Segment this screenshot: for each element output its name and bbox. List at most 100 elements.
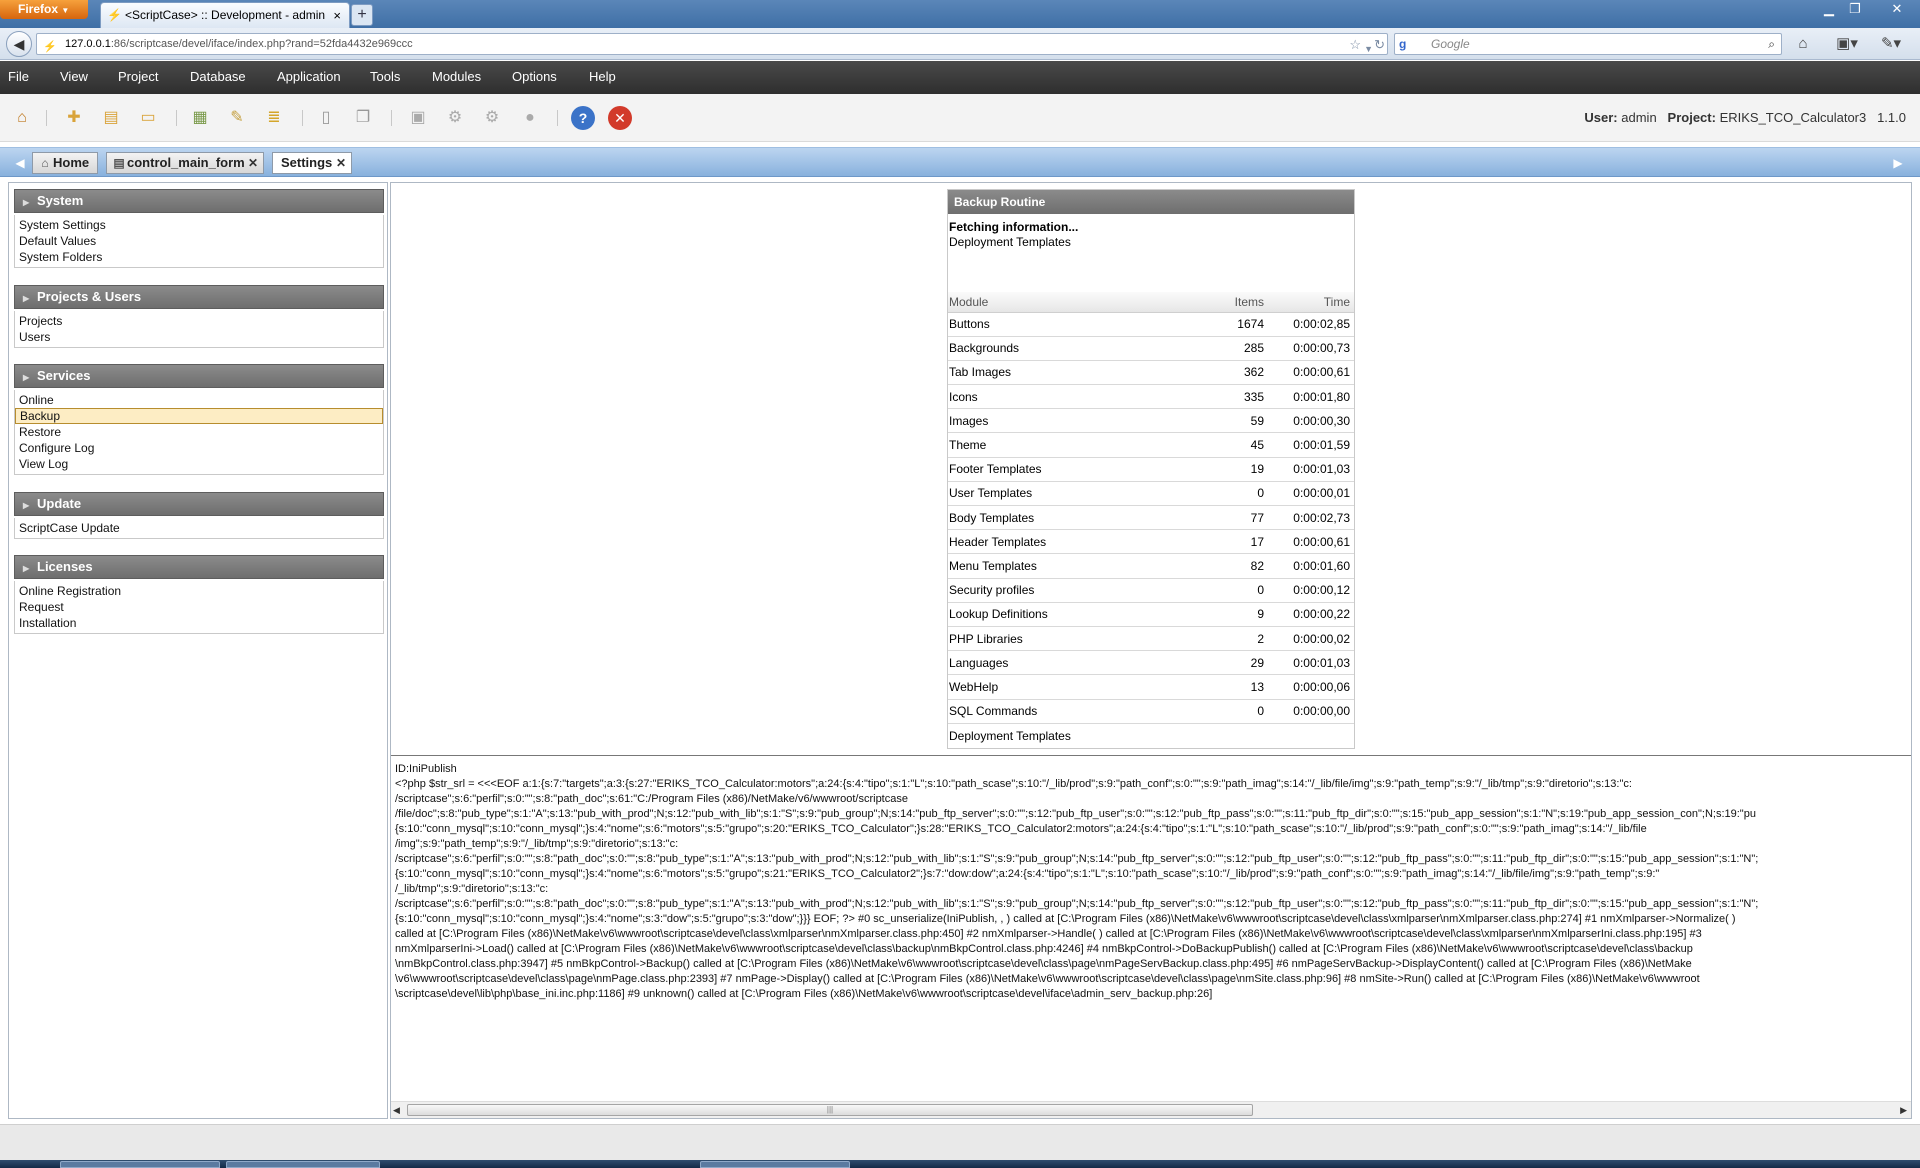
sidebar-item-online-registration[interactable]: Online Registration — [15, 583, 383, 599]
url-bar[interactable]: ⚡ 127.0.0.1:86/scriptcase/devel/iface/in… — [36, 33, 1388, 55]
url-dropdown-icon[interactable]: ▼ — [1364, 39, 1373, 59]
section-header[interactable]: ▶ Licenses — [14, 555, 384, 579]
sidebar-item-system-folders[interactable]: System Folders — [15, 249, 383, 265]
backup-current-module: Deployment Templates — [949, 235, 1071, 249]
exit-icon[interactable]: ✕ — [608, 106, 632, 130]
log-line: \scriptcase\devel\lib\php\base_ini.inc.p… — [395, 988, 1213, 1000]
toolbar-separator — [302, 110, 303, 126]
user-label: User: — [1584, 110, 1618, 125]
sidebar-item-online[interactable]: Online — [15, 392, 383, 408]
edit-application-icon[interactable]: ✎ — [225, 106, 249, 130]
close-tab-icon[interactable]: ✕ — [336, 153, 346, 173]
module-cell: WebHelp — [948, 674, 1218, 700]
horizontal-scrollbar[interactable]: ◀ ||| ▶ — [391, 1101, 1911, 1118]
section-header[interactable]: ▶ Update — [14, 492, 384, 516]
tabs-scroll-left-icon[interactable]: ◀ — [12, 148, 28, 178]
sidebar-item-restore[interactable]: Restore — [15, 424, 383, 440]
table-row: User Templates 0 0:00:00,01 — [948, 481, 1354, 507]
log-line: \nmBkpControl.class.php:3947] #5 nmBkpCo… — [395, 958, 1692, 970]
sidebar-item-users[interactable]: Users — [15, 329, 383, 345]
menu-modules[interactable]: Modules — [432, 61, 481, 93]
sidebar-item-backup[interactable]: Backup — [15, 408, 383, 424]
new-page-icon[interactable]: ▯ — [314, 106, 338, 130]
table-row: Menu Templates 82 0:00:01,60 — [948, 553, 1354, 579]
column-items: Items — [1218, 292, 1268, 313]
scrollbar-thumb[interactable]: ||| — [407, 1104, 1253, 1116]
tabs-scroll-right-icon[interactable]: ▶ — [1890, 148, 1906, 178]
menu-tools[interactable]: Tools — [370, 61, 400, 93]
folder-icon[interactable]: ▭ — [136, 106, 160, 130]
minimize-icon[interactable]: ▁ — [1816, 0, 1842, 18]
chevron-right-icon: ▶ — [23, 198, 30, 207]
scroll-right-icon[interactable]: ▶ — [1900, 1102, 1907, 1118]
url-path: :86/scriptcase/devel/iface/index.php?ran… — [110, 38, 413, 50]
bookmarks-menu-icon[interactable]: ▣▾ — [1830, 34, 1864, 54]
taskbar-button[interactable] — [226, 1161, 380, 1168]
menu-database[interactable]: Database — [190, 61, 246, 93]
menu-application[interactable]: Application — [277, 61, 341, 93]
taskbar-button[interactable] — [60, 1161, 220, 1168]
sidebar-item-view-log[interactable]: View Log — [15, 456, 383, 472]
sidebar-item-projects[interactable]: Projects — [15, 313, 383, 329]
browser-navbar: ◀ ⚡ 127.0.0.1:86/scriptcase/devel/iface/… — [0, 28, 1920, 60]
generate-all-icon[interactable]: ⚙ — [480, 106, 504, 130]
tab-home[interactable]: ⌂ Home — [32, 152, 98, 174]
sidebar-item-installation[interactable]: Installation — [15, 615, 383, 631]
save-icon[interactable]: ▣ — [406, 106, 430, 130]
time-cell — [1268, 723, 1354, 747]
log-line: ID:IniPublish — [395, 763, 457, 775]
tab-control-main-form[interactable]: ▤ control_main_form ✕ — [106, 152, 264, 174]
section-header[interactable]: ▶ Projects & Users — [14, 285, 384, 309]
browser-tab[interactable]: ⚡ <ScriptCase> :: Development - admin × — [100, 2, 350, 28]
items-cell: 0 — [1218, 699, 1268, 724]
copy-page-icon[interactable]: ❐ — [351, 106, 375, 130]
sidebar-item-scriptcase-update[interactable]: ScriptCase Update — [15, 520, 383, 536]
bookmark-star-icon[interactable]: ☆ — [1349, 35, 1361, 55]
tools-menu-icon[interactable]: ✎▾ — [1874, 34, 1908, 54]
new-tab-button[interactable]: + — [351, 4, 373, 26]
module-cell: Tab Images — [948, 360, 1218, 386]
close-window-icon[interactable]: ✕ — [1880, 0, 1914, 18]
taskbar-button[interactable] — [700, 1161, 850, 1168]
backup-routine-title: Backup Routine — [948, 190, 1354, 214]
generate-icon[interactable]: ⚙ — [443, 106, 467, 130]
tab-settings[interactable]: Settings ✕ — [272, 152, 352, 174]
search-bar[interactable]: g Google ⌕ — [1394, 33, 1782, 55]
run-icon[interactable]: ● — [518, 106, 542, 130]
sidebar-item-default-values[interactable]: Default Values — [15, 233, 383, 249]
database-icon[interactable]: ≣ — [262, 106, 286, 130]
table-row: Theme 45 0:00:01,59 — [948, 432, 1354, 458]
home-icon[interactable]: ⌂ — [10, 106, 34, 130]
items-cell: 82 — [1218, 553, 1268, 579]
home-icon[interactable]: ⌂ — [1792, 34, 1814, 54]
section-header[interactable]: ▶ System — [14, 189, 384, 213]
table-header-row: Module Items Time — [948, 292, 1354, 313]
menu-options[interactable]: Options — [512, 61, 557, 93]
section-header[interactable]: ▶ Services — [14, 364, 384, 388]
restore-icon[interactable]: ❐ — [1842, 0, 1868, 18]
firefox-menu-button[interactable]: Firefox ▼ — [0, 0, 88, 19]
sidebar-item-system-settings[interactable]: System Settings — [15, 217, 383, 233]
section-system: ▶ System System Settings Default Values S… — [14, 189, 384, 268]
close-tab-icon[interactable]: ✕ — [248, 153, 258, 173]
google-engine-icon[interactable]: g — [1399, 37, 1413, 51]
scroll-left-icon[interactable]: ◀ — [393, 1102, 400, 1118]
new-project-icon[interactable]: ✚ — [62, 106, 86, 130]
menu-view[interactable]: View — [60, 61, 88, 93]
table-row: Lookup Definitions 9 0:00:00,22 — [948, 602, 1354, 627]
search-icon[interactable]: ⌕ — [1768, 34, 1775, 54]
error-log-output: ID:IniPublish <?php $str_srl = <<<EOF a:1… — [391, 755, 1911, 1085]
sidebar-item-configure-log[interactable]: Configure Log — [15, 440, 383, 456]
open-project-icon[interactable]: ▤ — [99, 106, 123, 130]
help-icon[interactable]: ? — [571, 106, 595, 130]
time-cell: 0:00:01,03 — [1268, 650, 1354, 676]
menu-file[interactable]: File — [8, 61, 29, 93]
close-tab-icon[interactable]: × — [333, 3, 341, 28]
reload-icon[interactable]: ↻ — [1374, 35, 1385, 55]
menu-project[interactable]: Project — [118, 61, 158, 93]
back-button[interactable]: ◀ — [6, 31, 32, 57]
table-row: SQL Commands 0 0:00:00,00 — [948, 699, 1354, 724]
menu-help[interactable]: Help — [589, 61, 616, 93]
new-application-icon[interactable]: ▦ — [188, 106, 212, 130]
sidebar-item-request[interactable]: Request — [15, 599, 383, 615]
